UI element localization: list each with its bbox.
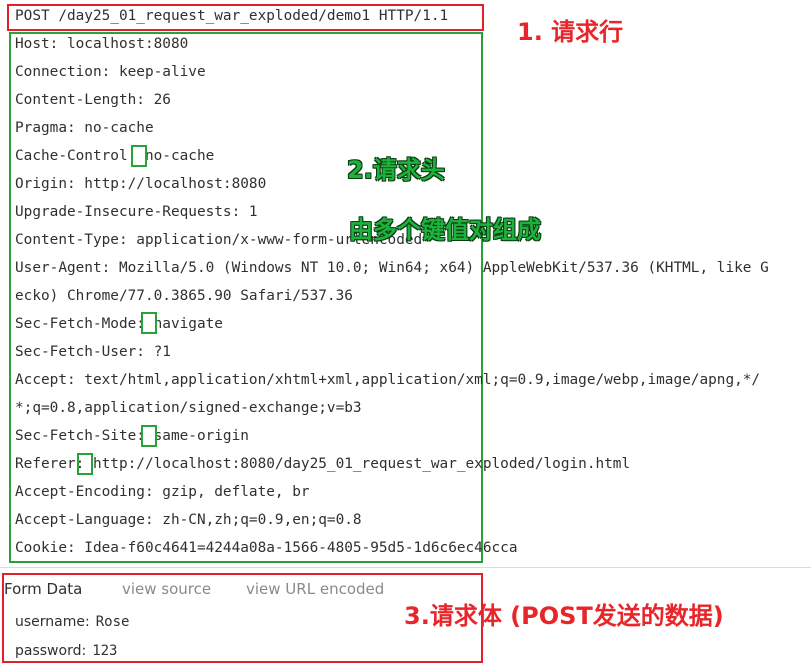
header-sec-fetch-site: Sec-Fetch-Site: same-origin <box>15 428 249 444</box>
colon-highlight-sec-fetch-site <box>141 425 157 447</box>
header-cache-control: Cache-Control: no-cache <box>15 148 215 164</box>
form-field-value: Rose <box>95 614 130 630</box>
form-field-key: username: <box>15 614 90 630</box>
view-source-link[interactable]: view source <box>122 578 211 600</box>
header-sec-fetch-mode: Sec-Fetch-Mode: navigate <box>15 316 223 332</box>
header-accept-encoding: Accept-Encoding: gzip, deflate, br <box>15 484 310 500</box>
colon-highlight-referer <box>77 453 93 475</box>
request-line: POST /day25_01_request_war_exploded/demo… <box>15 8 449 24</box>
header-sec-fetch-user: Sec-Fetch-User: ?1 <box>15 344 171 360</box>
annotation-request-line: 1. 请求行 <box>517 18 624 46</box>
header-connection: Connection: keep-alive <box>15 64 206 80</box>
header-origin: Origin: http://localhost:8080 <box>15 176 267 192</box>
header-referer: Referer: http://localhost:8080/day25_01_… <box>15 456 631 472</box>
colon-highlight-sec-fetch-mode <box>141 312 157 334</box>
annotation-request-body: 3.请求体 (POST发送的数据) <box>404 602 724 630</box>
header-content-length: Content-Length: 26 <box>15 92 171 108</box>
annotation-request-headers: 2.请求头 <box>347 156 445 184</box>
colon-highlight-cache-control <box>131 145 147 167</box>
form-data-divider <box>0 567 811 568</box>
form-data-title: Form Data <box>4 580 83 598</box>
view-url-encoded-link[interactable]: view URL encoded <box>246 578 384 600</box>
header-accept-language: Accept-Language: zh-CN,zh;q=0.9,en;q=0.8 <box>15 512 362 528</box>
header-cookie: Cookie: Idea-f60c4641=4244a08a-1566-4805… <box>15 540 518 556</box>
form-field-key: password: <box>15 643 87 659</box>
header-user-agent-cont: ecko) Chrome/77.0.3865.90 Safari/537.36 <box>15 288 353 304</box>
header-pragma: Pragma: no-cache <box>15 120 154 136</box>
form-field-value: 123 <box>92 643 118 659</box>
header-host: Host: localhost:8080 <box>15 36 189 52</box>
annotation-headers-description: 由多个键值对组成 <box>349 216 541 244</box>
header-user-agent: User-Agent: Mozilla/5.0 (Windows NT 10.0… <box>15 260 769 276</box>
form-field-password: password: 123 <box>15 639 117 661</box>
header-accept-cont: *;q=0.8,application/signed-exchange;v=b3 <box>15 400 362 416</box>
header-accept: Accept: text/html,application/xhtml+xml,… <box>15 372 761 388</box>
header-upgrade-insecure-requests: Upgrade-Insecure-Requests: 1 <box>15 204 258 220</box>
form-field-username: username: Rose <box>15 610 129 632</box>
